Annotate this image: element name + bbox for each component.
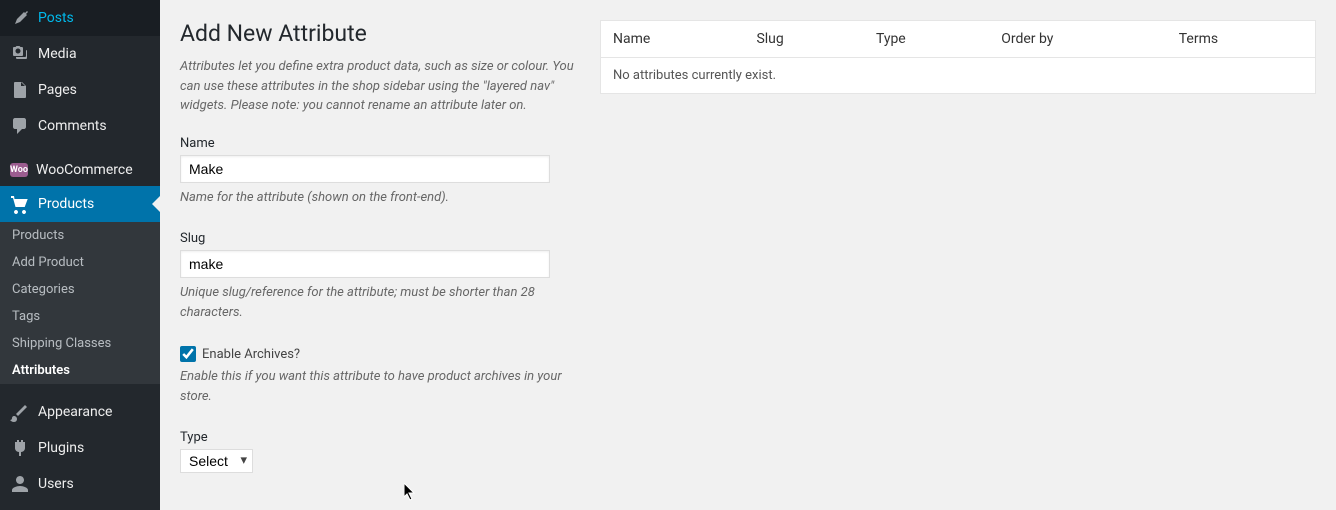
page-title: Add New Attribute [180, 20, 580, 47]
name-field: Name Name for the attribute (shown on th… [180, 136, 580, 208]
sidebar-item-woocommerce[interactable]: Woo WooCommerce [0, 154, 160, 186]
attributes-table-area: Name Slug Type Order by Terms No attribu… [600, 20, 1316, 490]
sidebar-item-label: Users [38, 476, 74, 492]
type-select[interactable]: Select [180, 449, 253, 473]
archives-helper: Enable this if you want this attribute t… [180, 367, 580, 406]
admin-sidebar: Posts Media Pages Comments Woo WooCommer… [0, 0, 160, 510]
slug-field: Slug Unique slug/reference for the attri… [180, 231, 580, 322]
attributes-table: Name Slug Type Order by Terms No attribu… [600, 20, 1316, 94]
sidebar-item-label: Pages [38, 82, 77, 98]
products-submenu: Products Add Product Categories Tags Shi… [0, 222, 160, 384]
user-icon [10, 474, 30, 494]
empty-message: No attributes currently exist. [601, 58, 1316, 94]
sidebar-item-label: Plugins [38, 440, 84, 456]
submenu-item-categories[interactable]: Categories [0, 276, 160, 303]
cart-icon [10, 194, 30, 214]
media-icon [10, 44, 30, 64]
sidebar-item-label: Appearance [38, 404, 112, 420]
slug-label: Slug [180, 231, 580, 246]
submenu-item-add-product[interactable]: Add Product [0, 249, 160, 276]
col-name: Name [601, 21, 745, 58]
submenu-item-shipping-classes[interactable]: Shipping Classes [0, 330, 160, 357]
name-input[interactable] [180, 155, 550, 183]
sidebar-item-label: Products [38, 196, 94, 212]
intro-text: Attributes let you define extra product … [180, 57, 580, 116]
table-header-row: Name Slug Type Order by Terms [601, 21, 1316, 58]
col-type: Type [864, 21, 989, 58]
archives-field: Enable Archives? Enable this if you want… [180, 346, 580, 406]
submenu-item-tags[interactable]: Tags [0, 303, 160, 330]
name-helper: Name for the attribute (shown on the fro… [180, 188, 580, 208]
submenu-item-products[interactable]: Products [0, 222, 160, 249]
main-content: Add New Attribute Attributes let you def… [160, 0, 1336, 510]
sidebar-item-users[interactable]: Users [0, 466, 160, 502]
sidebar-item-products[interactable]: Products [0, 186, 160, 222]
col-slug: Slug [744, 21, 863, 58]
sidebar-item-label: Media [38, 46, 77, 62]
sidebar-item-pages[interactable]: Pages [0, 72, 160, 108]
sidebar-item-media[interactable]: Media [0, 36, 160, 72]
page-icon [10, 80, 30, 100]
sidebar-item-plugins[interactable]: Plugins [0, 430, 160, 466]
slug-input[interactable] [180, 250, 550, 278]
sidebar-item-appearance[interactable]: Appearance [0, 394, 160, 430]
comment-icon [10, 116, 30, 136]
sidebar-item-label: WooCommerce [36, 162, 133, 178]
pin-icon [10, 8, 30, 28]
table-row: No attributes currently exist. [601, 58, 1316, 94]
sidebar-item-comments[interactable]: Comments [0, 108, 160, 144]
name-label: Name [180, 136, 580, 151]
woocommerce-icon: Woo [10, 163, 28, 177]
archives-checkbox[interactable] [180, 346, 196, 362]
sidebar-item-label: Comments [38, 118, 107, 134]
plugin-icon [10, 438, 30, 458]
sidebar-item-posts[interactable]: Posts [0, 0, 160, 36]
brush-icon [10, 402, 30, 422]
archives-label: Enable Archives? [202, 347, 300, 362]
type-label: Type [180, 430, 580, 445]
submenu-item-attributes[interactable]: Attributes [0, 357, 160, 384]
attribute-form: Add New Attribute Attributes let you def… [180, 20, 580, 490]
type-field: Type Select [180, 430, 580, 473]
slug-helper: Unique slug/reference for the attribute;… [180, 283, 580, 322]
col-terms: Terms [1167, 21, 1316, 58]
sidebar-item-label: Posts [38, 10, 74, 26]
col-orderby: Order by [989, 21, 1167, 58]
